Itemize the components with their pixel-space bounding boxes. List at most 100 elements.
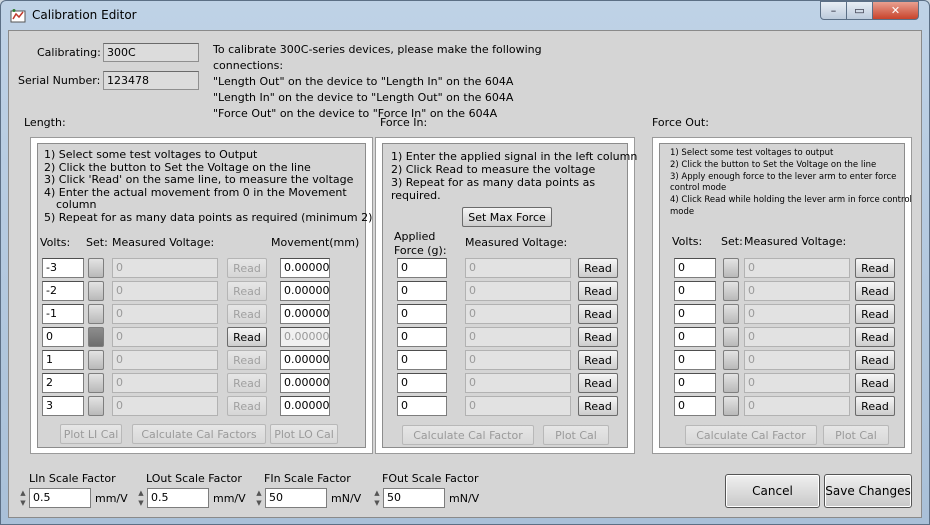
lin-scale-spinner[interactable]: ▲ ▼ xyxy=(18,488,28,508)
lout-scale-factor-label: LOut Scale Factor xyxy=(146,472,242,485)
movement-input[interactable]: 0.00000 xyxy=(280,373,330,393)
set-voltage-button[interactable] xyxy=(723,258,739,278)
read-button[interactable]: Read xyxy=(227,304,267,324)
plot-lo-cal-button[interactable]: Plot LO Cal xyxy=(270,424,338,444)
volts-input[interactable]: -1 xyxy=(42,304,84,324)
plot-li-cal-button[interactable]: Plot LI Cal xyxy=(60,424,122,444)
volts-input[interactable]: 2 xyxy=(42,373,84,393)
volts-input[interactable]: 0 xyxy=(674,373,716,393)
plot-cal-button[interactable]: Plot Cal xyxy=(823,425,889,445)
spin-down-icon[interactable]: ▼ xyxy=(136,498,146,508)
read-button[interactable]: Read xyxy=(855,304,895,324)
close-button[interactable]: ✕ xyxy=(872,1,919,20)
applied-force-input[interactable]: 0 xyxy=(397,327,447,347)
minimize-button[interactable]: – xyxy=(820,1,847,20)
spin-down-icon[interactable]: ▼ xyxy=(18,498,28,508)
set-voltage-button[interactable] xyxy=(723,304,739,324)
read-button[interactable]: Read xyxy=(227,396,267,416)
set-voltage-button[interactable] xyxy=(723,281,739,301)
fout-scale-spinner[interactable]: ▲ ▼ xyxy=(372,488,382,508)
instruction-line: 2) Click the button to Set the Voltage o… xyxy=(670,159,877,170)
set-voltage-button[interactable] xyxy=(88,327,104,347)
spin-up-icon[interactable]: ▲ xyxy=(136,488,146,498)
set-voltage-button[interactable] xyxy=(723,373,739,393)
lout-scale-spinner[interactable]: ▲ ▼ xyxy=(136,488,146,508)
read-button[interactable]: Read xyxy=(227,327,267,347)
set-max-force-button[interactable]: Set Max Force xyxy=(462,207,552,227)
read-button[interactable]: Read xyxy=(578,373,618,393)
movement-input[interactable]: 0.00000 xyxy=(280,396,330,416)
volts-input[interactable]: 0 xyxy=(674,396,716,416)
volts-input[interactable]: 0 xyxy=(674,350,716,370)
volts-input[interactable]: 1 xyxy=(42,350,84,370)
spin-up-icon[interactable]: ▲ xyxy=(18,488,28,498)
movement-input[interactable]: 0.00000 xyxy=(280,350,330,370)
read-button[interactable]: Read xyxy=(578,350,618,370)
volts-input[interactable]: -2 xyxy=(42,281,84,301)
fout-scale-input[interactable]: 50 xyxy=(383,488,445,508)
volts-input[interactable]: -3 xyxy=(42,258,84,278)
set-voltage-button[interactable] xyxy=(88,281,104,301)
volts-input[interactable]: 0 xyxy=(674,327,716,347)
set-voltage-button[interactable] xyxy=(723,327,739,347)
spin-down-icon[interactable]: ▼ xyxy=(372,498,382,508)
read-button[interactable]: Read xyxy=(578,327,618,347)
read-button[interactable]: Read xyxy=(227,281,267,301)
instruction-line: 3) Click 'Read' on the same line, to mea… xyxy=(44,173,354,186)
read-button[interactable]: Read xyxy=(227,373,267,393)
read-button[interactable]: Read xyxy=(227,258,267,278)
spin-up-icon[interactable]: ▲ xyxy=(372,488,382,498)
set-voltage-button[interactable] xyxy=(723,396,739,416)
volts-input[interactable]: 0 xyxy=(674,304,716,324)
volts-input[interactable]: 0 xyxy=(674,258,716,278)
maximize-button[interactable]: ▭ xyxy=(846,1,873,20)
lout-scale-input[interactable]: 0.5 xyxy=(147,488,209,508)
movement-input[interactable]: 0.00000 xyxy=(280,327,330,347)
read-button[interactable]: Read xyxy=(855,281,895,301)
calculate-cal-factor-button[interactable]: Calculate Cal Factor xyxy=(402,425,534,445)
measured-voltage-field: 0 xyxy=(112,304,218,324)
lin-scale-input[interactable]: 0.5 xyxy=(29,488,91,508)
applied-force-input[interactable]: 0 xyxy=(397,304,447,324)
read-button[interactable]: Read xyxy=(855,258,895,278)
set-voltage-button[interactable] xyxy=(88,304,104,324)
set-voltage-button[interactable] xyxy=(88,258,104,278)
applied-force-input[interactable]: 0 xyxy=(397,373,447,393)
set-voltage-button[interactable] xyxy=(723,350,739,370)
set-column-header: Set: xyxy=(86,236,108,249)
plot-cal-button[interactable]: Plot Cal xyxy=(543,425,609,445)
read-button[interactable]: Read xyxy=(227,350,267,370)
volts-input[interactable]: 0 xyxy=(42,327,84,347)
fin-scale-input[interactable]: 50 xyxy=(265,488,327,508)
spin-up-icon[interactable]: ▲ xyxy=(254,488,264,498)
calculate-cal-factor-button[interactable]: Calculate Cal Factor xyxy=(685,425,817,445)
read-button[interactable]: Read xyxy=(578,281,618,301)
movement-input[interactable]: 0.00000 xyxy=(280,258,330,278)
read-button[interactable]: Read xyxy=(855,327,895,347)
read-button[interactable]: Read xyxy=(578,396,618,416)
movement-input[interactable]: 0.00000 xyxy=(280,304,330,324)
read-button[interactable]: Read xyxy=(578,304,618,324)
calculate-cal-factors-button[interactable]: Calculate Cal Factors xyxy=(132,424,266,444)
movement-input[interactable]: 0.00000 xyxy=(280,281,330,301)
applied-force-input[interactable]: 0 xyxy=(397,396,447,416)
volts-input[interactable]: 0 xyxy=(674,281,716,301)
read-button[interactable]: Read xyxy=(855,373,895,393)
fin-scale-factor-label: FIn Scale Factor xyxy=(264,472,351,485)
save-changes-button[interactable]: Save Changes xyxy=(824,474,912,508)
set-column-header: Set: xyxy=(721,235,743,248)
applied-force-input[interactable]: 0 xyxy=(397,281,447,301)
set-voltage-button[interactable] xyxy=(88,396,104,416)
read-button[interactable]: Read xyxy=(855,396,895,416)
applied-force-input[interactable]: 0 xyxy=(397,258,447,278)
read-button[interactable]: Read xyxy=(578,258,618,278)
applied-force-input[interactable]: 0 xyxy=(397,350,447,370)
fin-scale-spinner[interactable]: ▲ ▼ xyxy=(254,488,264,508)
cancel-button[interactable]: Cancel xyxy=(725,474,820,508)
serial-number-label: Serial Number: xyxy=(18,74,101,87)
read-button[interactable]: Read xyxy=(855,350,895,370)
set-voltage-button[interactable] xyxy=(88,350,104,370)
set-voltage-button[interactable] xyxy=(88,373,104,393)
volts-input[interactable]: 3 xyxy=(42,396,84,416)
spin-down-icon[interactable]: ▼ xyxy=(254,498,264,508)
